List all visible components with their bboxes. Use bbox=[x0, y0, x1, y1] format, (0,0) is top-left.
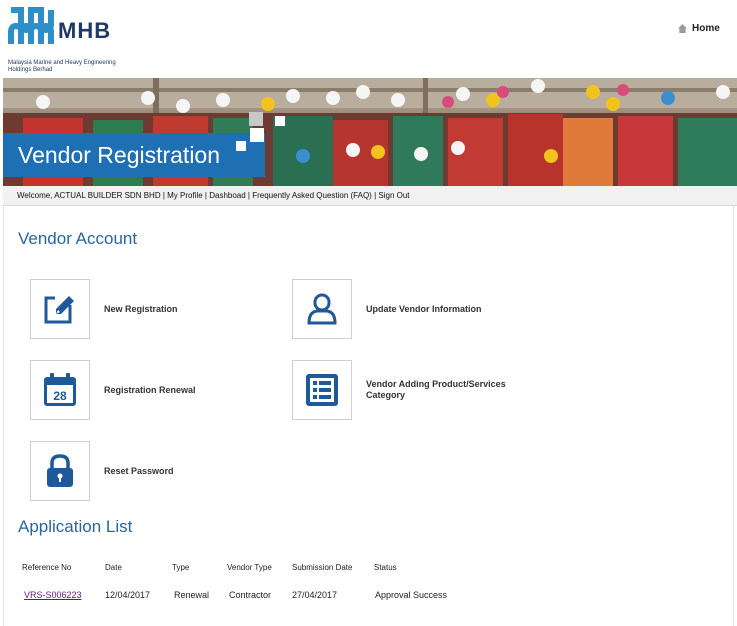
tile-vendor-adding-product-services[interactable]: Vendor Adding Product/Services Category bbox=[292, 360, 516, 420]
tile-update-vendor-information[interactable]: Update Vendor Information bbox=[292, 279, 516, 339]
application-list-table: Reference No Date Type Vendor Type Submi… bbox=[21, 559, 484, 615]
hero-banner: Vendor Registration bbox=[3, 78, 737, 186]
tile-icon-box bbox=[292, 360, 352, 420]
nav-link-dashboard[interactable]: Dashboad bbox=[209, 191, 245, 200]
welcome-text: Welcome, ACTUAL BUILDER SDN BHD bbox=[17, 191, 161, 200]
tile-reset-password[interactable]: Reset Password bbox=[30, 441, 254, 501]
cell-status: Approval Success bbox=[375, 590, 448, 600]
tile-new-registration[interactable]: New Registration bbox=[30, 279, 254, 339]
lock-icon bbox=[47, 454, 73, 487]
user-icon bbox=[307, 293, 337, 325]
column-header-date: Date bbox=[105, 562, 122, 572]
tile-label: New Registration bbox=[104, 303, 178, 314]
table-row: VRS-S006223 12/04/2017 Renewal Contracto… bbox=[21, 575, 484, 615]
home-label: Home bbox=[692, 23, 720, 34]
nav-link-faq[interactable]: Frequently Asked Question (FAQ) bbox=[252, 191, 372, 200]
decorative-square bbox=[275, 116, 285, 126]
cell-vendor-type: Contractor bbox=[229, 590, 272, 600]
cell-type: Renewal bbox=[174, 590, 210, 600]
home-icon bbox=[678, 24, 687, 33]
calendar-icon: 28 bbox=[44, 373, 76, 406]
nav-link-sign-out[interactable]: Sign Out bbox=[378, 191, 409, 200]
calendar-day: 28 bbox=[53, 389, 67, 403]
application-list-heading: Application List bbox=[18, 517, 133, 536]
tile-icon-box bbox=[30, 279, 90, 339]
column-header-type: Type bbox=[172, 562, 190, 572]
cell-submission-date: 27/04/2017 bbox=[292, 590, 338, 600]
decorative-square bbox=[249, 112, 263, 126]
decorative-square bbox=[250, 128, 264, 142]
column-header-vendor-type: Vendor Type bbox=[227, 562, 272, 572]
table-header-row: Reference No Date Type Vendor Type Submi… bbox=[21, 559, 484, 575]
tile-label: Vendor Adding Product/Services Category bbox=[366, 379, 506, 400]
tile-label: Registration Renewal bbox=[104, 384, 196, 395]
reference-no-link-text[interactable]: VRS-S006223 bbox=[24, 590, 82, 600]
logo-subtitle: Malaysia Marine and Heavy Engineering Ho… bbox=[8, 60, 116, 73]
home-link[interactable]: Home bbox=[678, 23, 720, 34]
cell-date: 12/04/2017 bbox=[105, 590, 151, 600]
main-content: Vendor Account New Registration Update V… bbox=[3, 206, 734, 626]
vendor-account-heading: Vendor Account bbox=[18, 229, 138, 248]
column-header-reference-no: Reference No bbox=[22, 562, 72, 572]
reference-no-link[interactable]: VRS-S006223 bbox=[21, 575, 105, 615]
user-nav-bar: Welcome, ACTUAL BUILDER SDN BHD | My Pro… bbox=[3, 186, 737, 206]
list-icon bbox=[306, 374, 338, 406]
column-header-status: Status bbox=[374, 562, 397, 572]
tile-icon-box bbox=[30, 441, 90, 501]
company-logo[interactable]: MHB Malaysia Marine and Heavy Engineerin… bbox=[8, 6, 128, 76]
tile-icon-box bbox=[292, 279, 352, 339]
nav-link-my-profile[interactable]: My Profile bbox=[167, 191, 203, 200]
logo-wordmark: MHB bbox=[58, 18, 112, 43]
tile-label: Reset Password bbox=[104, 465, 174, 476]
decorative-square bbox=[236, 141, 246, 151]
column-header-submission-date: Submission Date bbox=[292, 562, 353, 572]
site-header: MHB Malaysia Marine and Heavy Engineerin… bbox=[0, 0, 737, 78]
page-title: Vendor Registration bbox=[3, 133, 265, 177]
tile-label: Update Vendor Information bbox=[366, 303, 482, 314]
edit-icon bbox=[44, 295, 74, 324]
tile-icon-box: 28 bbox=[30, 360, 90, 420]
tile-registration-renewal[interactable]: 28 Registration Renewal bbox=[30, 360, 254, 420]
mhb-logo-icon bbox=[8, 6, 54, 48]
